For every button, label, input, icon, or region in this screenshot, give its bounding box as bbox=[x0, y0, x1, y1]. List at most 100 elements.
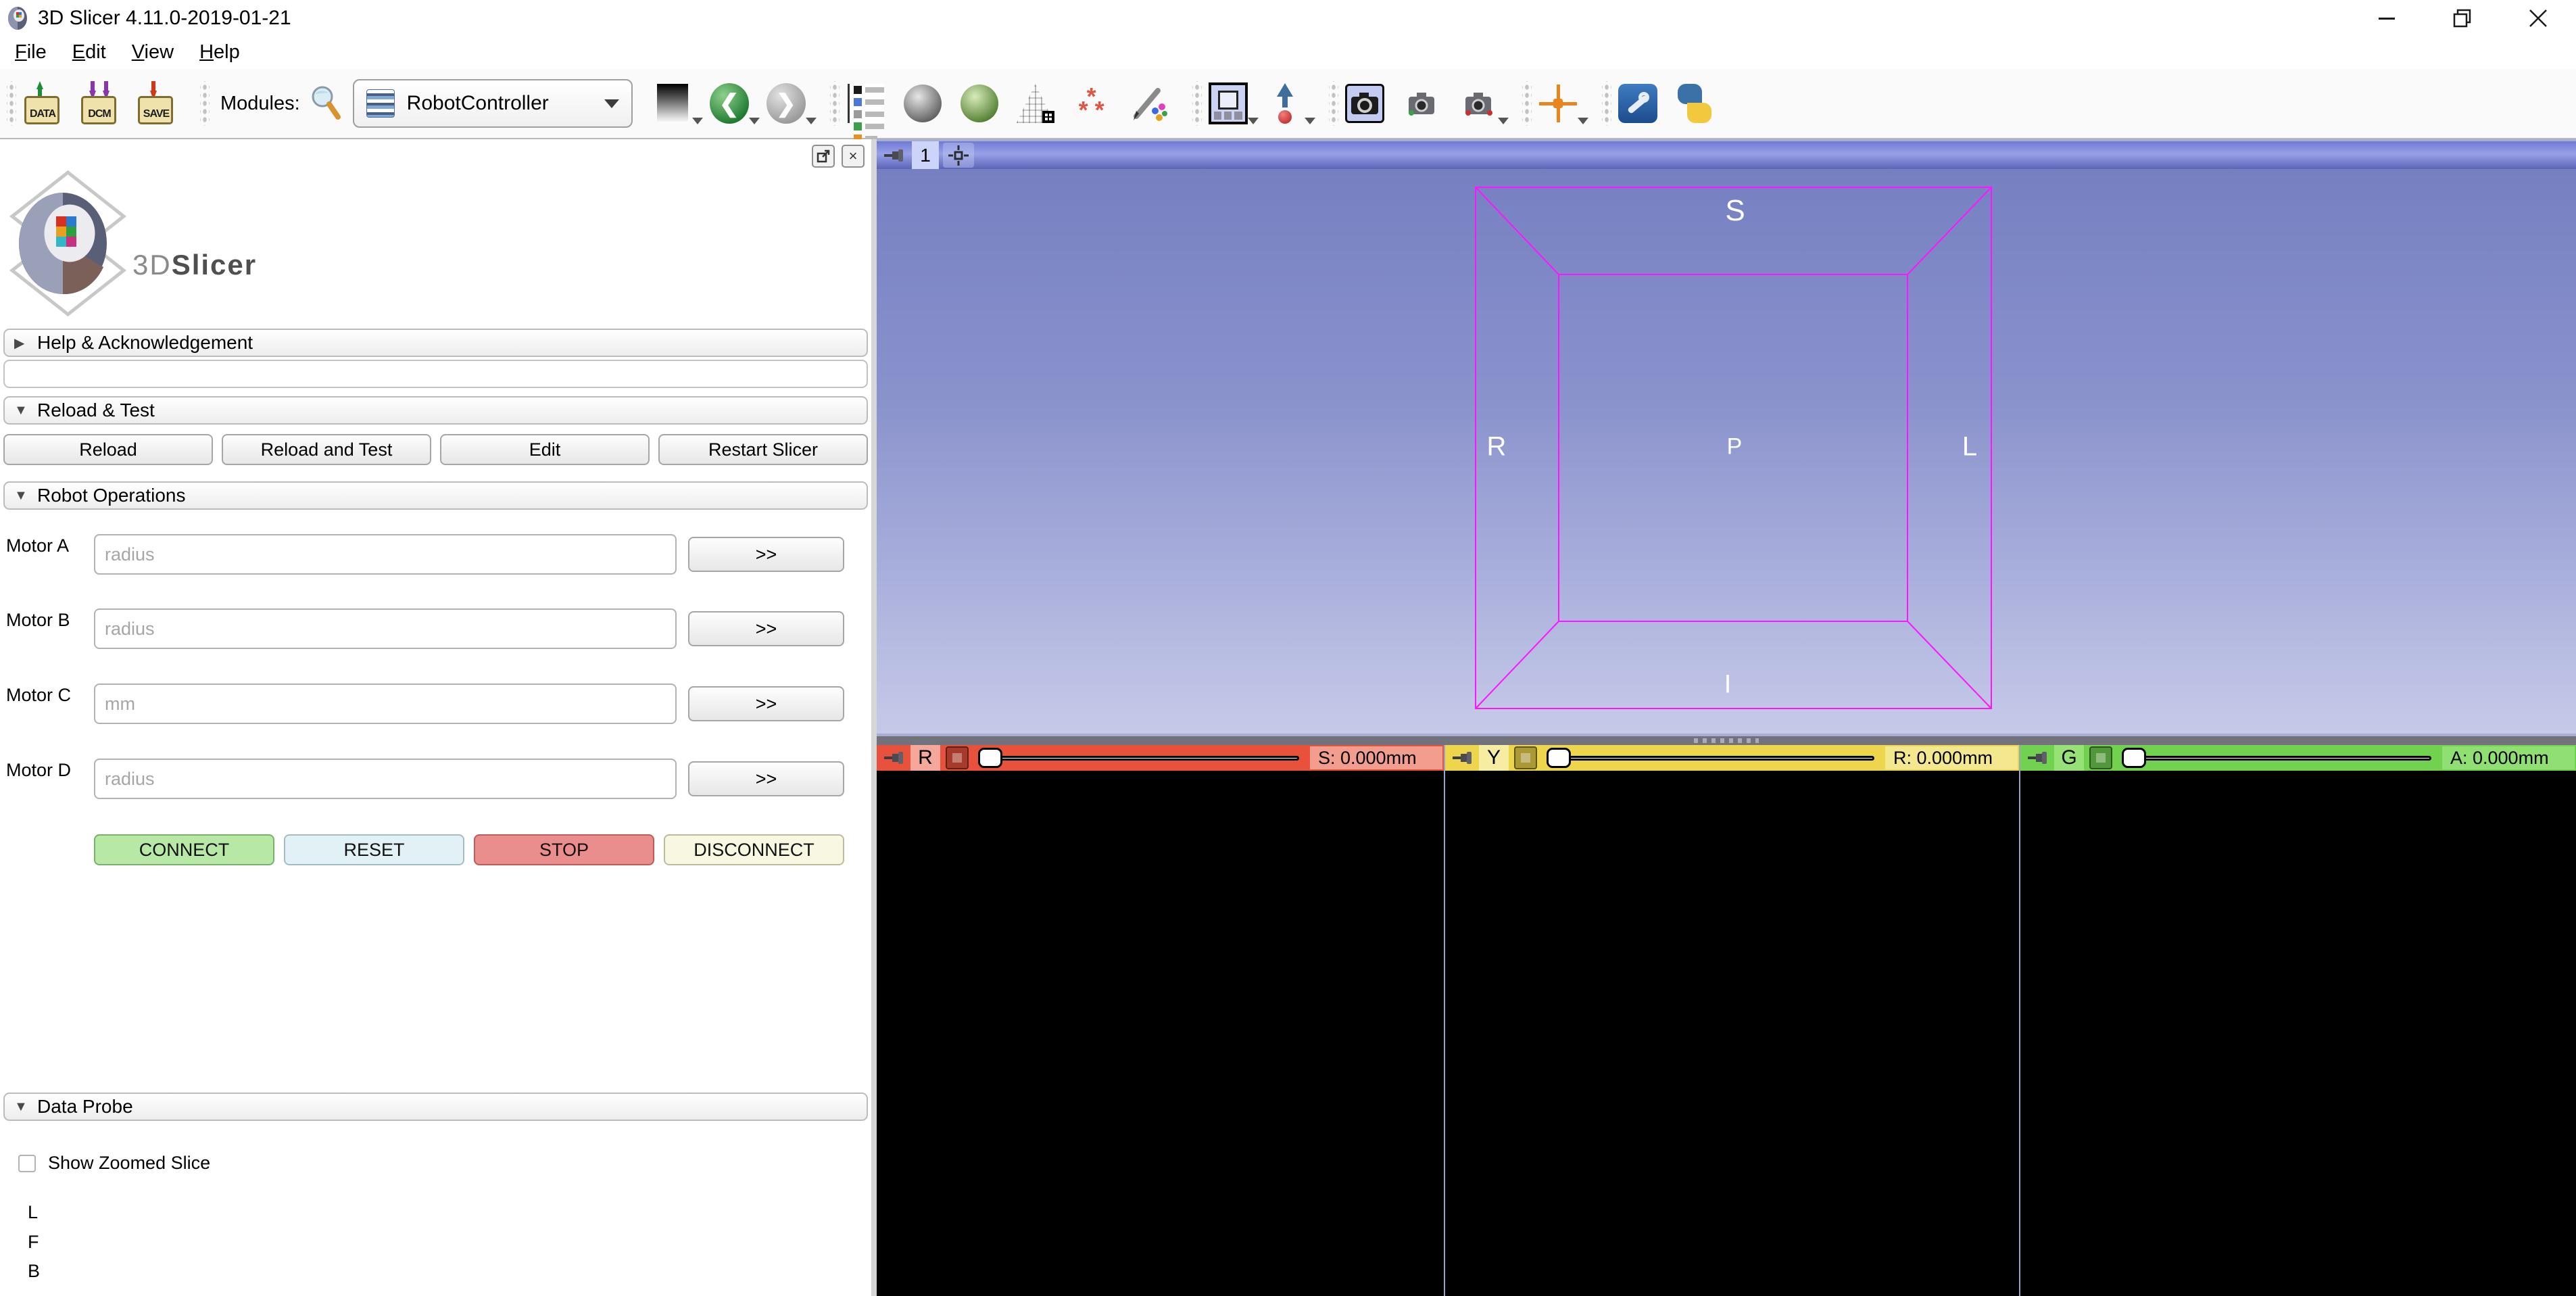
stop-button[interactable]: STOP bbox=[474, 834, 654, 865]
reload-button[interactable]: Reload bbox=[3, 434, 213, 465]
chevron-down-icon[interactable] bbox=[749, 118, 760, 124]
forward-arrow-icon[interactable]: ❯ bbox=[767, 82, 806, 124]
motor-c-send-button[interactable]: >> bbox=[688, 686, 844, 721]
undock-panel-button[interactable] bbox=[812, 145, 835, 168]
probe-row-f: F bbox=[28, 1232, 39, 1253]
green-slice-menu-icon[interactable] bbox=[2089, 746, 2112, 769]
close-panel-button[interactable]: × bbox=[842, 145, 865, 168]
extensions-icon[interactable] bbox=[1618, 82, 1657, 124]
red-slice-viewport[interactable] bbox=[877, 771, 1444, 1296]
chevron-down-icon[interactable] bbox=[806, 118, 817, 124]
connect-button[interactable]: CONNECT bbox=[94, 834, 274, 865]
toolbar-drag-handle[interactable] bbox=[1329, 81, 1338, 126]
save-icon[interactable]: SAVE bbox=[137, 82, 176, 124]
module-list-icon[interactable] bbox=[846, 82, 885, 124]
red-slice-offset-slider[interactable] bbox=[978, 748, 1299, 768]
toolbar-drag-handle[interactable] bbox=[1522, 81, 1532, 126]
chevron-down-icon[interactable] bbox=[692, 118, 703, 124]
central-area: × 3DSlicer ▶ Help & Acknowled bbox=[0, 139, 2576, 1296]
show-zoomed-slice-checkbox[interactable] bbox=[18, 1155, 36, 1172]
section-reload-test[interactable]: ▼ Reload & Test bbox=[3, 396, 868, 425]
pin-icon[interactable] bbox=[883, 749, 906, 767]
scene-view-restore-icon[interactable] bbox=[1459, 82, 1498, 124]
module-history-icon[interactable] bbox=[653, 82, 692, 124]
minimize-button[interactable] bbox=[2349, 0, 2425, 36]
view-controls-icon[interactable] bbox=[943, 143, 974, 168]
chevron-down-icon: ▼ bbox=[14, 488, 37, 504]
transforms-icon[interactable] bbox=[1017, 84, 1054, 123]
slider-handle[interactable] bbox=[978, 748, 1002, 768]
menu-file[interactable]: File bbox=[4, 39, 57, 66]
toolbar-drag-handle[interactable] bbox=[200, 81, 210, 126]
motor-a-input[interactable] bbox=[94, 534, 677, 575]
motor-b-send-button[interactable]: >> bbox=[688, 611, 844, 646]
volume-rendering-icon[interactable] bbox=[960, 82, 999, 124]
slider-track[interactable] bbox=[1568, 756, 1874, 761]
yellow-slice-letter: Y bbox=[1479, 745, 1509, 771]
load-data-icon[interactable]: DATA bbox=[23, 82, 62, 124]
slider-track[interactable] bbox=[2143, 756, 2431, 761]
chevron-down-icon[interactable] bbox=[1498, 118, 1509, 124]
reformat-icon[interactable] bbox=[1265, 82, 1305, 124]
module-selector[interactable]: RobotController bbox=[353, 79, 633, 128]
menu-help[interactable]: Help bbox=[189, 39, 251, 66]
orientation-label-inferior: I bbox=[1724, 671, 1732, 700]
chevron-down-icon: ▼ bbox=[14, 1099, 37, 1115]
motor-d-send-button[interactable]: >> bbox=[688, 761, 844, 796]
toolbar-drag-handle[interactable] bbox=[1602, 81, 1611, 126]
slider-handle[interactable] bbox=[2122, 748, 2146, 768]
screenshot-icon[interactable] bbox=[1345, 82, 1384, 124]
annotations-icon[interactable] bbox=[1129, 82, 1168, 124]
section-help-acknowledgement[interactable]: ▶ Help & Acknowledgement bbox=[3, 329, 868, 357]
pin-icon[interactable] bbox=[2027, 749, 2050, 767]
section-robot-operations[interactable]: ▼ Robot Operations bbox=[3, 481, 868, 510]
chevron-down-icon[interactable] bbox=[1305, 118, 1315, 124]
yellow-slice-menu-icon[interactable] bbox=[1514, 746, 1537, 769]
layout-icon[interactable] bbox=[1209, 82, 1248, 124]
menu-view[interactable]: View bbox=[121, 39, 185, 66]
threed-view-tab[interactable]: 1 bbox=[912, 141, 939, 169]
modules-label: Modules: bbox=[220, 93, 300, 115]
models-icon[interactable] bbox=[903, 82, 942, 124]
pin-icon[interactable] bbox=[883, 147, 906, 164]
reset-button[interactable]: RESET bbox=[284, 834, 464, 865]
view-splitter-handle[interactable] bbox=[877, 736, 2576, 745]
close-button[interactable] bbox=[2500, 0, 2576, 36]
panel-splitter[interactable] bbox=[871, 139, 877, 1296]
slider-track[interactable] bbox=[999, 756, 1299, 761]
orientation-label-posterior: P bbox=[1727, 434, 1743, 460]
yellow-slice-viewport[interactable] bbox=[1445, 771, 2019, 1296]
reload-and-test-button[interactable]: Reload and Test bbox=[222, 434, 431, 465]
slider-handle[interactable] bbox=[1547, 748, 1571, 768]
disconnect-button[interactable]: DISCONNECT bbox=[664, 834, 844, 865]
edit-button[interactable]: Edit bbox=[440, 434, 650, 465]
motor-b-input[interactable] bbox=[94, 608, 677, 649]
chevron-down-icon[interactable] bbox=[1578, 118, 1588, 124]
crosshair-icon[interactable] bbox=[1538, 82, 1578, 124]
section-data-probe[interactable]: ▼ Data Probe bbox=[3, 1093, 868, 1121]
scene-view-icon[interactable] bbox=[1402, 82, 1441, 124]
python-console-icon[interactable] bbox=[1675, 82, 1714, 124]
green-slice-viewport[interactable] bbox=[2020, 771, 2576, 1296]
threed-viewport[interactable]: S R P L I bbox=[877, 169, 2576, 734]
restart-slicer-button[interactable]: Restart Slicer bbox=[658, 434, 868, 465]
restore-button[interactable] bbox=[2425, 0, 2500, 36]
markups-icon[interactable]: ** * bbox=[1072, 82, 1111, 124]
module-search-icon[interactable] bbox=[310, 85, 342, 122]
toolbar-drag-handle[interactable] bbox=[1192, 81, 1202, 126]
motor-b-label: Motor B bbox=[6, 610, 70, 631]
red-slice-menu-icon[interactable] bbox=[946, 746, 969, 769]
motor-a-send-button[interactable]: >> bbox=[688, 537, 844, 572]
motor-c-input[interactable] bbox=[94, 683, 677, 724]
pin-icon[interactable] bbox=[1452, 749, 1475, 767]
chevron-down-icon[interactable] bbox=[1248, 118, 1259, 124]
dicom-icon[interactable]: DCM bbox=[80, 82, 119, 124]
yellow-slice-offset-slider[interactable] bbox=[1547, 748, 1874, 768]
toolbar-drag-handle[interactable] bbox=[830, 81, 840, 126]
section-title: Reload & Test bbox=[37, 400, 155, 421]
green-slice-offset-slider[interactable] bbox=[2122, 748, 2431, 768]
toolbar-drag-handle[interactable] bbox=[7, 81, 16, 126]
motor-d-input[interactable] bbox=[94, 759, 677, 799]
menu-edit[interactable]: Edit bbox=[62, 39, 117, 66]
back-arrow-icon[interactable]: ❮ bbox=[710, 82, 749, 124]
